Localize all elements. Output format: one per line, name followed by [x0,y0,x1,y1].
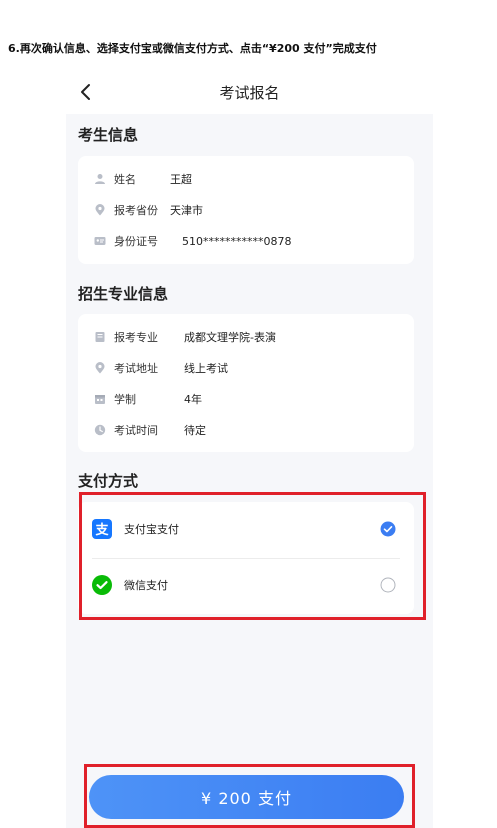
field-value: 待定 [184,424,206,437]
field-value: 成都文理学院-表演 [184,331,276,344]
field-value: 510***********0878 [182,234,292,248]
field-label: 报考专业 [114,331,158,344]
field-value: 天津市 [170,204,203,217]
major-row-duration: 学制 4年 [94,390,398,408]
phone-screen: 考试报名 考生信息 姓名 王超 报考省份 天津市 身份证号 510*******… [66,72,433,828]
candidate-row-name: 姓名 王超 [94,170,398,188]
person-icon [94,173,106,185]
major-row-program: 报考专业 成都文理学院-表演 [94,328,398,346]
page-title: 考试报名 [219,84,280,102]
field-label: 身份证号 [114,235,158,248]
clock-icon [94,424,106,436]
field-value: 王超 [170,173,192,186]
navbar: 考试报名 [66,72,433,114]
candidate-info-card: 姓名 王超 报考省份 天津市 身份证号 510***********0878 [78,156,414,264]
candidate-row-province: 报考省份 天津市 [94,201,398,219]
field-label: 考试时间 [114,424,158,437]
calendar-icon [94,393,106,405]
instruction-text: 6.再次确认信息、选择支付宝或微信支付方式、点击“¥200 支付”完成支付 [8,42,377,55]
major-section-title: 招生专业信息 [78,285,169,303]
candidate-row-id: 身份证号 510***********0878 [94,232,398,250]
field-label: 学制 [114,393,136,406]
book-icon [94,331,106,343]
field-label: 姓名 [114,173,136,186]
candidate-section-title: 考生信息 [78,126,139,144]
major-info-card: 报考专业 成都文理学院-表演 考试地址 线上考试 学制 4年 考试时间 待定 [78,314,414,452]
major-row-time: 考试时间 待定 [94,421,398,439]
major-row-address: 考试地址 线上考试 [94,359,398,377]
pay-button-highlight-box [84,764,415,828]
payment-section-title: 支付方式 [78,472,139,490]
field-value: 4年 [184,393,202,406]
location-icon [94,204,106,216]
field-label: 考试地址 [114,362,158,375]
payment-highlight-box [79,492,426,620]
id-card-icon [94,235,106,247]
field-value: 线上考试 [184,362,228,375]
field-label: 报考省份 [114,204,158,217]
location-icon [94,362,106,374]
